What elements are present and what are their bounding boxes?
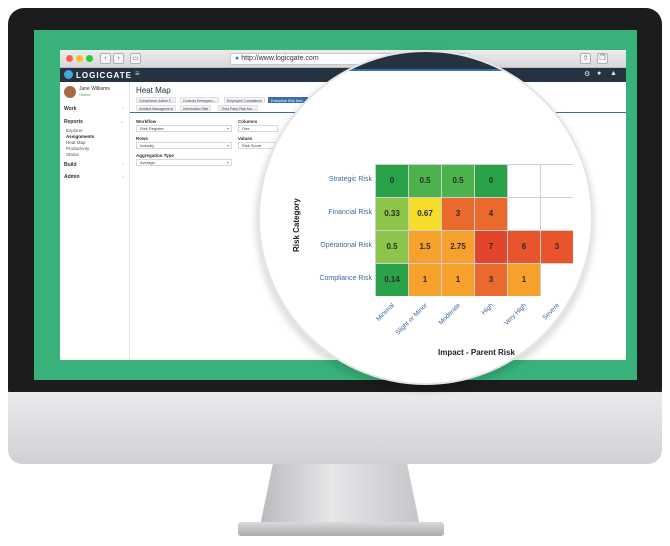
values-value: Risk Score bbox=[242, 143, 262, 148]
tabs-icon[interactable]: ❐ bbox=[597, 53, 608, 64]
heatmap-cell[interactable]: 0.5 bbox=[409, 165, 441, 197]
chevron-down-icon: ⌄ bbox=[119, 119, 124, 125]
magnifier-lens: Risk Category Strategic Risk Financial Ri… bbox=[258, 50, 593, 385]
columns-value: Oee bbox=[242, 126, 250, 131]
heatmap-cell[interactable] bbox=[541, 165, 573, 197]
globe-icon: ● bbox=[235, 55, 240, 62]
heatmap-cell[interactable]: 3 bbox=[475, 264, 507, 296]
sidebar-subitem-heat-map[interactable]: Heat Map bbox=[66, 140, 86, 145]
heatmap-cell[interactable] bbox=[508, 198, 540, 230]
chevron-down-icon: ▾ bbox=[226, 160, 229, 165]
heatmap-cell[interactable] bbox=[541, 264, 573, 296]
page-title: Heat Map bbox=[136, 86, 171, 95]
settings-icon[interactable]: ⚙ bbox=[584, 70, 590, 78]
heatmap-cell[interactable]: 2.75 bbox=[442, 231, 474, 263]
heatmap-cell[interactable] bbox=[508, 165, 540, 197]
aggregation-value: Average bbox=[140, 160, 155, 165]
tab-incident-management[interactable]: Incident Management bbox=[136, 105, 176, 111]
aggregation-select[interactable]: Average ▾ bbox=[136, 159, 232, 166]
logo-icon bbox=[64, 70, 73, 79]
tab-information-risk[interactable]: Information Risk bbox=[180, 105, 212, 111]
heatmap-row-label: Operational Risk bbox=[320, 242, 372, 249]
sidebar-item-reports[interactable]: Reports ⌄ bbox=[64, 119, 126, 125]
avatar[interactable] bbox=[64, 86, 76, 98]
heatmap-cell[interactable]: 1 bbox=[508, 264, 540, 296]
sidebar-item-label: Work bbox=[64, 106, 77, 112]
heatmap-cell[interactable]: 3 bbox=[541, 231, 573, 263]
heatmap-cell[interactable]: 0 bbox=[475, 165, 507, 197]
magnified-top-nav bbox=[260, 52, 591, 69]
magnified-tab-divider bbox=[260, 69, 591, 71]
aggregation-label: Aggregation Type bbox=[136, 153, 174, 158]
sidebar-subitem-explorer[interactable]: Explorer bbox=[66, 128, 83, 133]
maximize-window-button[interactable] bbox=[86, 55, 93, 62]
sidebar-item-label: Admin bbox=[64, 174, 80, 180]
sidebar-item-label: Reports bbox=[64, 119, 83, 125]
rows-value: Industry bbox=[140, 143, 155, 148]
heatmap-row-label: Financial Risk bbox=[328, 209, 372, 216]
columns-select[interactable]: Oee bbox=[238, 125, 278, 132]
heatmap-cell[interactable]: 0.67 bbox=[409, 198, 441, 230]
workflow-label: Workflow bbox=[136, 119, 157, 124]
back-icon[interactable]: ‹ bbox=[100, 53, 111, 64]
monitor-foot bbox=[238, 522, 444, 536]
heatmap-cell[interactable]: 0.5 bbox=[442, 165, 474, 197]
chevron-right-icon: › bbox=[122, 106, 124, 112]
heatmap-cell[interactable]: 4 bbox=[475, 198, 507, 230]
heatmap-cell[interactable]: 1 bbox=[442, 264, 474, 296]
columns-label: Columns bbox=[238, 119, 258, 124]
tab-third-party-risk[interactable]: Third Party Risk Ma... bbox=[218, 105, 258, 111]
heatmap-grid: 0 0.5 0.5 0 0.33 0.67 3 4 0.5 1.5 2.75 7 6 3 0.14 1 1 3 1 bbox=[375, 164, 573, 296]
sidebar-subitem-status[interactable]: Status bbox=[66, 152, 79, 157]
heatmap-x-axis-label: Impact - Parent Risk bbox=[438, 348, 515, 357]
heatmap-cell[interactable]: 0.33 bbox=[376, 198, 408, 230]
chevron-down-icon: ▾ bbox=[226, 126, 229, 131]
tab-employee-compliance[interactable]: Employee Compliance bbox=[224, 97, 266, 103]
sidebar-item-work[interactable]: Work › bbox=[64, 106, 126, 112]
logo-text: LOGICGATE bbox=[76, 71, 132, 80]
heatmap-cell[interactable]: 1 bbox=[409, 264, 441, 296]
monitor-chin bbox=[8, 392, 662, 464]
close-window-button[interactable] bbox=[66, 55, 73, 62]
values-label: Values bbox=[238, 136, 253, 141]
logicgate-logo[interactable]: LOGICGATE bbox=[64, 70, 132, 80]
forward-icon[interactable]: › bbox=[113, 53, 124, 64]
heatmap-cell[interactable]: 0.14 bbox=[376, 264, 408, 296]
monitor-scene: ‹ › ▭ ●http://www.logicgate.com ⇧ ❐ LOGI… bbox=[0, 0, 670, 546]
heatmap-cell[interactable]: 3 bbox=[442, 198, 474, 230]
heatmap-cell[interactable]: 6 bbox=[508, 231, 540, 263]
sidebar-subitem-assignments[interactable]: Assignments bbox=[66, 134, 94, 139]
chevron-right-icon: › bbox=[122, 174, 124, 180]
heatmap-cell[interactable]: 1.5 bbox=[409, 231, 441, 263]
notifications-icon[interactable]: ● bbox=[597, 70, 601, 77]
user-menu-icon[interactable]: ▲ bbox=[610, 70, 617, 77]
sidebar-item-admin[interactable]: Admin › bbox=[64, 174, 126, 180]
minimize-window-button[interactable] bbox=[76, 55, 83, 62]
sidebar-item-build[interactable]: Build › bbox=[64, 162, 126, 168]
heatmap-row-label: Compliance Risk bbox=[319, 275, 372, 282]
heatmap-cell[interactable]: 0.5 bbox=[376, 231, 408, 263]
sidebar: Jane Williams Online Work › Reports ⌄ Expl… bbox=[60, 82, 130, 360]
sidebar-item-label: Build bbox=[64, 162, 77, 168]
tab-controls[interactable]: Controls Emergenc... bbox=[180, 97, 219, 103]
chevron-right-icon: › bbox=[122, 162, 124, 168]
rows-label: Rows bbox=[136, 136, 149, 141]
heatmap-cell[interactable]: 7 bbox=[475, 231, 507, 263]
workflow-value: Risk Register bbox=[140, 126, 164, 131]
tab-compliance[interactable]: Compliance Active F... bbox=[136, 97, 177, 103]
heatmap-column-label: Minimal bbox=[375, 302, 396, 323]
sidebar-toggle-icon[interactable]: ▭ bbox=[130, 53, 141, 64]
user-status: Online bbox=[79, 92, 91, 97]
workflow-select[interactable]: Risk Register ▾ bbox=[136, 125, 232, 132]
heatmap-cell[interactable]: 0 bbox=[376, 165, 408, 197]
heatmap-row-label: Strategic Risk bbox=[328, 176, 372, 183]
menu-icon[interactable]: ≡ bbox=[135, 69, 140, 78]
chevron-down-icon: ▾ bbox=[226, 143, 229, 148]
heatmap-cell[interactable] bbox=[541, 198, 573, 230]
rows-select[interactable]: Industry ▾ bbox=[136, 142, 232, 149]
sidebar-subitem-productivity[interactable]: Productivity bbox=[66, 146, 89, 151]
monitor-stand bbox=[260, 464, 420, 526]
